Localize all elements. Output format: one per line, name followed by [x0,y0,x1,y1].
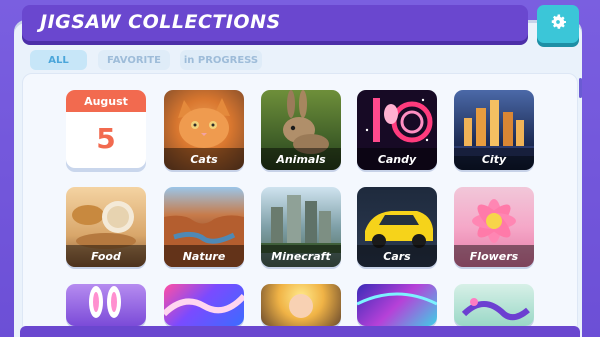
tab-favorite[interactable]: FAVORITE [98,50,170,70]
collection-tile-flowers[interactable]: Flowers [454,187,534,267]
tile-label: Minecraft [261,245,341,267]
header-bar: JIGSAW COLLECTIONS [22,5,528,41]
gear-icon [548,12,568,36]
collection-tile-candy[interactable]: Candy [357,90,437,170]
pattern-art-icon [454,298,534,326]
collection-tile-animals[interactable]: Animals [261,90,341,170]
fairy-art-icon [261,294,341,326]
tab-in-progress[interactable]: in PROGRESS [180,50,262,70]
bunny-art-icon [66,286,146,326]
collection-tile-fairy[interactable] [261,284,341,326]
collection-tile-cars[interactable]: Cars [357,187,437,267]
tile-label: Cars [357,245,437,267]
collection-tile-bunny[interactable] [66,284,146,326]
tile-label: Flowers [454,245,534,267]
collection-tile-nature[interactable]: Nature [164,187,244,267]
tab-all[interactable]: ALL [30,50,87,70]
collection-tile-minecraft[interactable]: Minecraft [261,187,341,267]
collection-tile-city[interactable]: City [454,90,534,170]
page-title: JIGSAW COLLECTIONS [40,11,281,33]
neon-art-icon [357,292,437,326]
calendar-month: August [66,90,146,112]
tile-label: Nature [164,245,244,267]
scrollbar-thumb[interactable] [579,78,582,98]
tile-label: City [454,148,534,170]
collection-tile-food[interactable]: Food [66,187,146,267]
daily-puzzle-calendar[interactable]: August 5 [66,90,146,168]
calendar-day: 5 [96,122,116,155]
tile-label: Candy [357,148,437,170]
settings-button[interactable] [537,5,579,43]
collection-tile-abstract[interactable] [164,284,244,326]
abstract-art-icon [164,293,244,326]
collection-tile-cats[interactable]: Cats [164,90,244,170]
collection-tile-pattern[interactable] [454,284,534,326]
bottom-bar [20,326,580,337]
tile-label: Animals [261,148,341,170]
collection-tile-neon[interactable] [357,284,437,326]
tile-label: Food [66,245,146,267]
tile-label: Cats [164,148,244,170]
